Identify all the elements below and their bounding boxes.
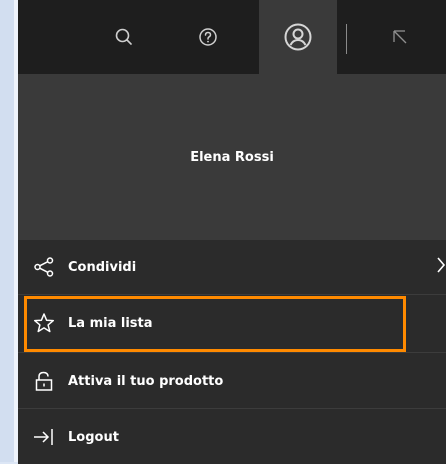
top-toolbar [18,0,446,74]
menu-item-label: Condividi [68,259,137,275]
menu-divider [18,408,446,409]
profile-name: Elena Rossi [190,149,274,165]
menu-item-label: Logout [68,429,119,445]
star-icon [32,311,56,335]
menu-divider [18,352,446,353]
lock-icon [32,369,56,393]
user-icon[interactable] [259,0,337,74]
logout-icon [32,425,56,449]
menu-item-share[interactable]: Condividi [18,240,446,294]
chevron-right-icon [436,256,446,279]
toolbar-divider [346,24,347,54]
menu-divider [18,294,446,295]
help-icon[interactable] [188,0,228,74]
collapse-icon[interactable] [380,0,420,74]
share-icon [32,255,56,279]
menu-item-label: La mia lista [68,315,153,331]
menu-item-logout[interactable]: Logout [18,410,446,464]
account-panel: Elena Rossi Condividi La mia lista Attiv… [14,0,446,464]
background-strip [0,0,14,462]
menu-item-my-list[interactable]: La mia lista [18,296,446,350]
search-icon[interactable] [104,0,144,74]
menu-item-activate-product[interactable]: Attiva il tuo prodotto [18,354,446,408]
profile-header: Elena Rossi [18,74,446,240]
menu-item-label: Attiva il tuo prodotto [68,373,224,389]
